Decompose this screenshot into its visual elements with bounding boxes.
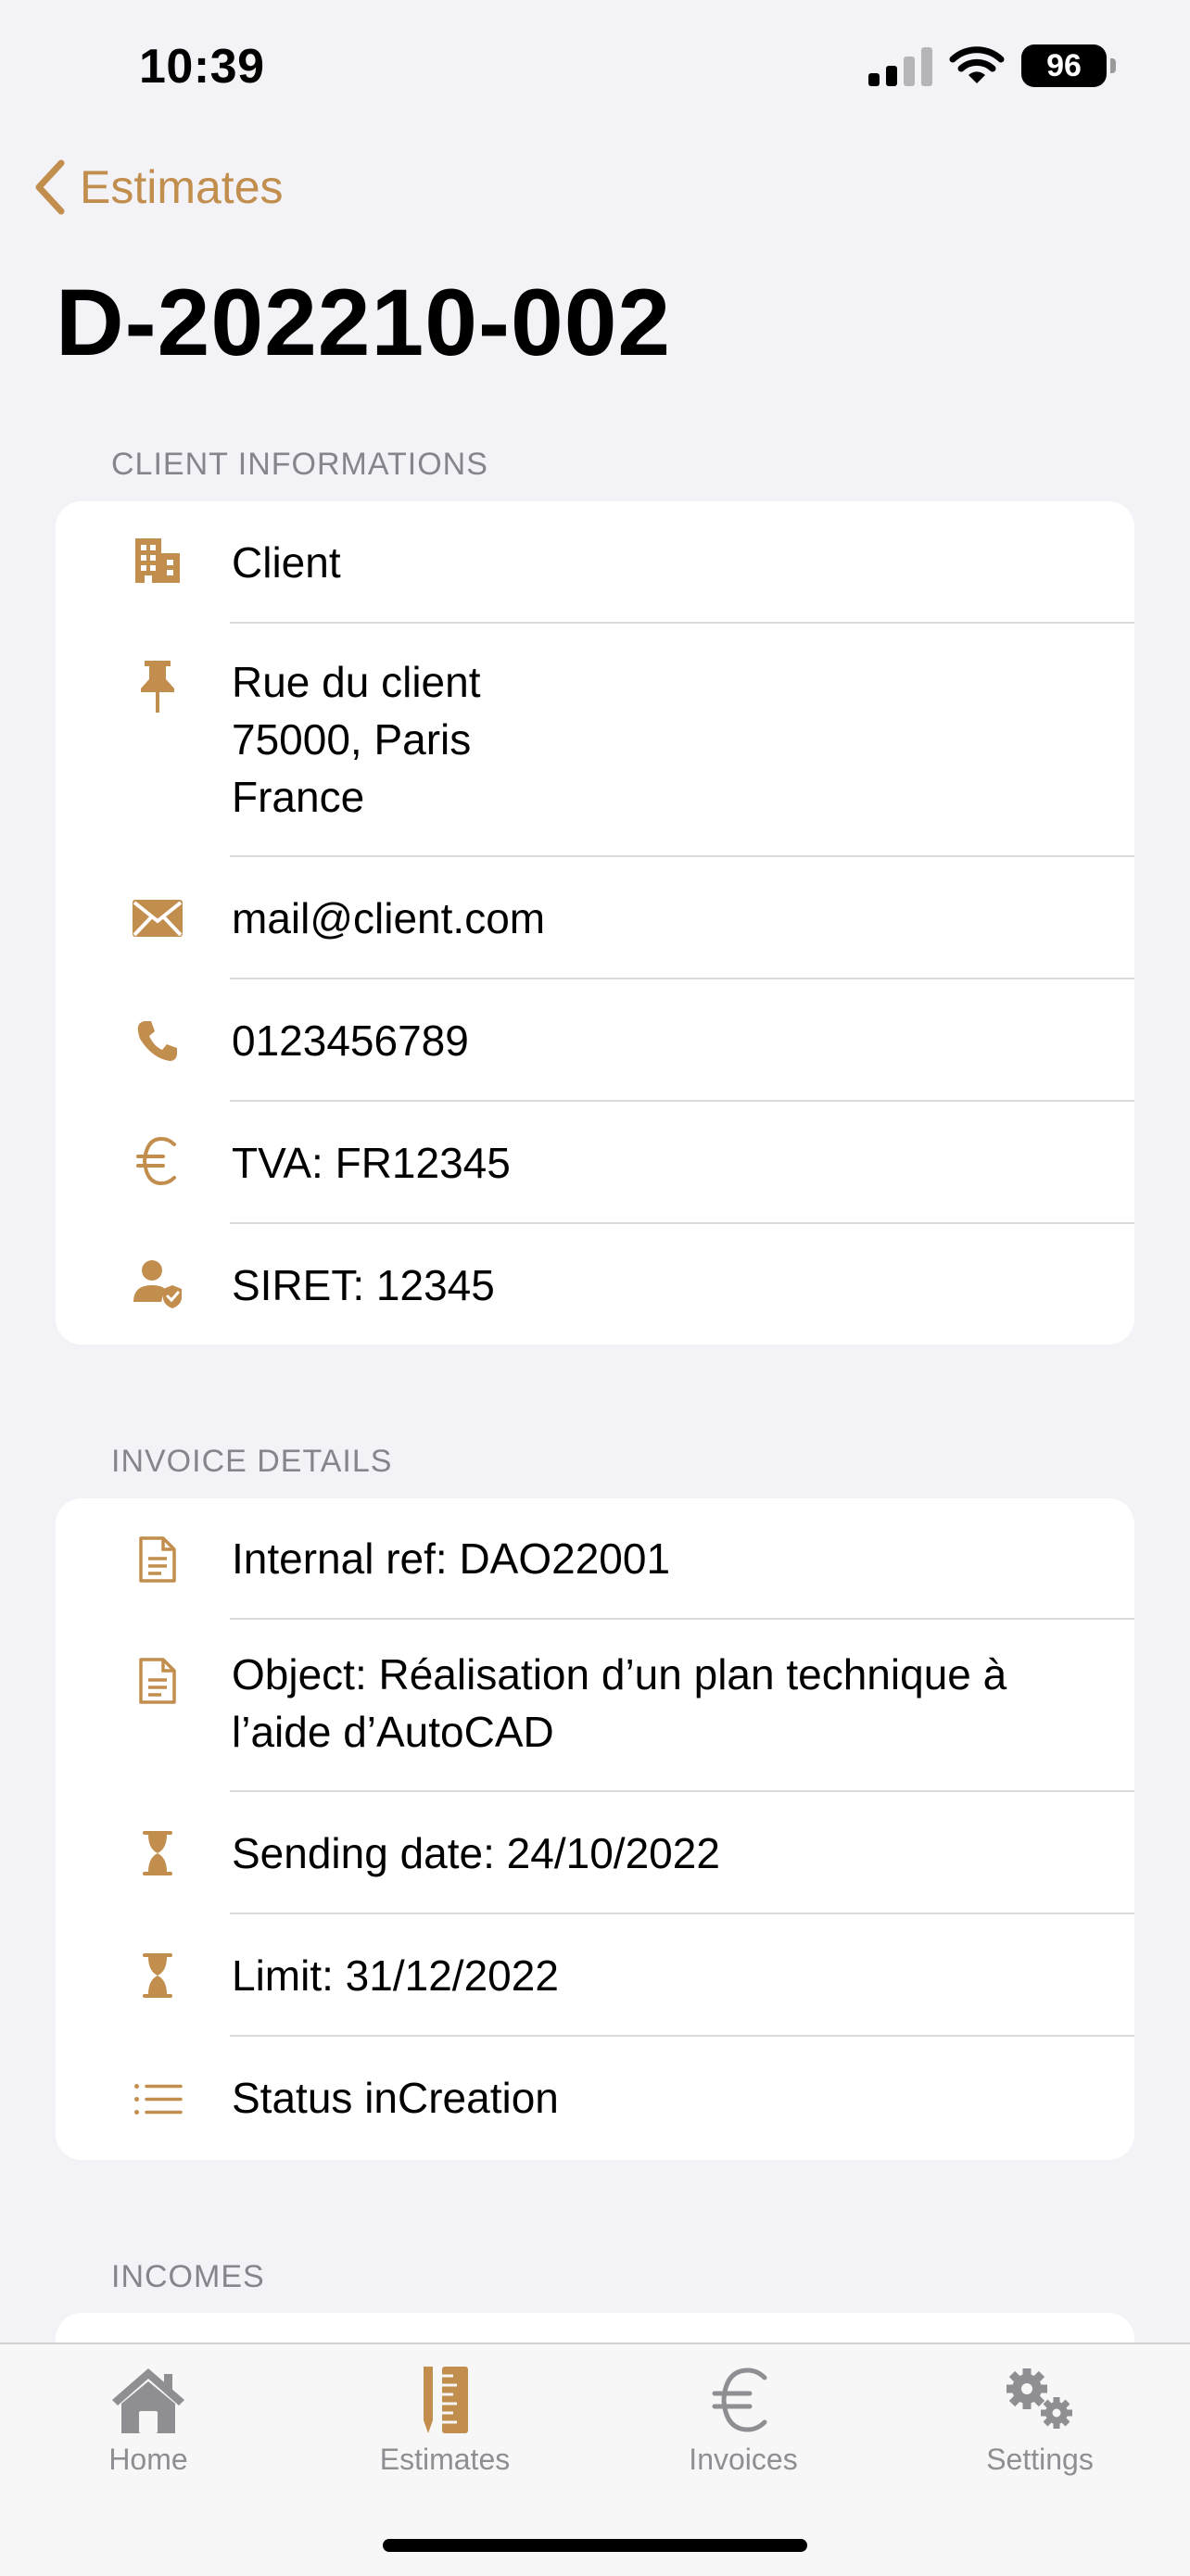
- limit-row[interactable]: Limit: 31/12/2022: [56, 1914, 1134, 2037]
- page-title: D-202210-002: [56, 270, 672, 375]
- status-bar: 10:39 96: [0, 0, 1190, 139]
- object-row[interactable]: Object: Réalisation d’un plan technique …: [56, 1620, 1134, 1792]
- internal-ref-row[interactable]: Internal ref: DAO22001: [56, 1498, 1134, 1620]
- sending-date: Sending date: 24/10/2022: [232, 1829, 720, 1877]
- person-badge-icon: [120, 1256, 195, 1311]
- tab-home-label: Home: [108, 2443, 188, 2476]
- client-siret-row[interactable]: SIRET: 12345: [56, 1224, 1134, 1345]
- limit-date: Limit: 31/12/2022: [232, 1951, 559, 2000]
- document-icon: [120, 1532, 195, 1587]
- hourglass-icon: [120, 1825, 195, 1881]
- object-line-1: Object: Réalisation d’un plan technique …: [232, 1650, 1007, 1698]
- tab-estimates[interactable]: Estimates: [334, 2363, 556, 2477]
- chevron-left-icon: [35, 159, 65, 215]
- back-label: Estimates: [80, 161, 284, 213]
- client-phone: 0123456789: [232, 1017, 469, 1065]
- cellular-signal-icon: [868, 45, 932, 86]
- tab-home[interactable]: Home: [37, 2363, 260, 2477]
- address-line-1: Rue du client: [232, 658, 481, 706]
- client-name: Client: [232, 538, 341, 587]
- house-icon: [112, 2368, 184, 2433]
- client-tva-row[interactable]: TVA: FR12345: [56, 1102, 1134, 1224]
- wifi-icon: [949, 46, 1005, 83]
- sending-date-row[interactable]: Sending date: 24/10/2022: [56, 1792, 1134, 1914]
- tab-invoices[interactable]: Invoices: [632, 2363, 855, 2477]
- list-bullet-icon: [120, 2072, 195, 2128]
- pencil-ruler-icon: [424, 2367, 468, 2433]
- object-text: Object: Réalisation d’un plan technique …: [232, 1646, 1060, 1761]
- internal-ref: Internal ref: DAO22001: [232, 1534, 671, 1583]
- battery-icon: 96: [1021, 44, 1116, 87]
- back-button[interactable]: Estimates: [33, 159, 284, 215]
- tab-invoices-label: Invoices: [689, 2443, 798, 2476]
- gears-icon: [1006, 2368, 1072, 2429]
- invoice-section-header: INVOICE DETAILS: [111, 1444, 393, 1479]
- client-email: mail@client.com: [232, 894, 546, 942]
- tab-settings[interactable]: Settings: [929, 2363, 1151, 2477]
- pushpin-icon: [120, 659, 195, 714]
- euro-icon: [120, 1133, 195, 1189]
- document-icon: [120, 1653, 195, 1709]
- address-line-2: 75000, Paris: [232, 715, 472, 764]
- client-address-row[interactable]: Rue du client 75000, Paris France: [56, 624, 1134, 857]
- envelope-icon: [120, 890, 195, 946]
- client-tva: TVA: FR12345: [232, 1139, 511, 1187]
- status-indicators: 96: [868, 44, 1116, 87]
- building-icon: [120, 533, 195, 588]
- client-phone-row[interactable]: 0123456789: [56, 979, 1134, 1102]
- battery-level: 96: [1021, 44, 1107, 87]
- client-name-row[interactable]: Client: [56, 501, 1134, 624]
- client-address: Rue du client 75000, Paris France: [232, 653, 1060, 826]
- address-line-3: France: [232, 773, 365, 821]
- client-section-header: CLIENT INFORMATIONS: [111, 447, 488, 482]
- status-time: 10:39: [139, 40, 265, 94]
- client-siret: SIRET: 12345: [232, 1261, 495, 1309]
- tab-settings-label: Settings: [986, 2443, 1094, 2476]
- status-text: Status inCreation: [232, 2074, 559, 2122]
- phone-icon: [120, 1013, 195, 1068]
- incomes-section-header: INCOMES: [111, 2259, 265, 2294]
- client-info-card: Client Rue du client 75000, Paris France…: [56, 501, 1134, 1345]
- euro-icon: [712, 2368, 767, 2432]
- tab-estimates-label: Estimates: [379, 2443, 511, 2476]
- status-row[interactable]: Status inCreation: [56, 2037, 1134, 2160]
- home-indicator[interactable]: [383, 2539, 807, 2552]
- hourglass-icon: [120, 1948, 195, 2003]
- invoice-details-card: Internal ref: DAO22001 Object: Réalisati…: [56, 1498, 1134, 2160]
- client-email-row[interactable]: mail@client.com: [56, 857, 1134, 979]
- object-line-2: l’aide d’AutoCAD: [232, 1708, 554, 1756]
